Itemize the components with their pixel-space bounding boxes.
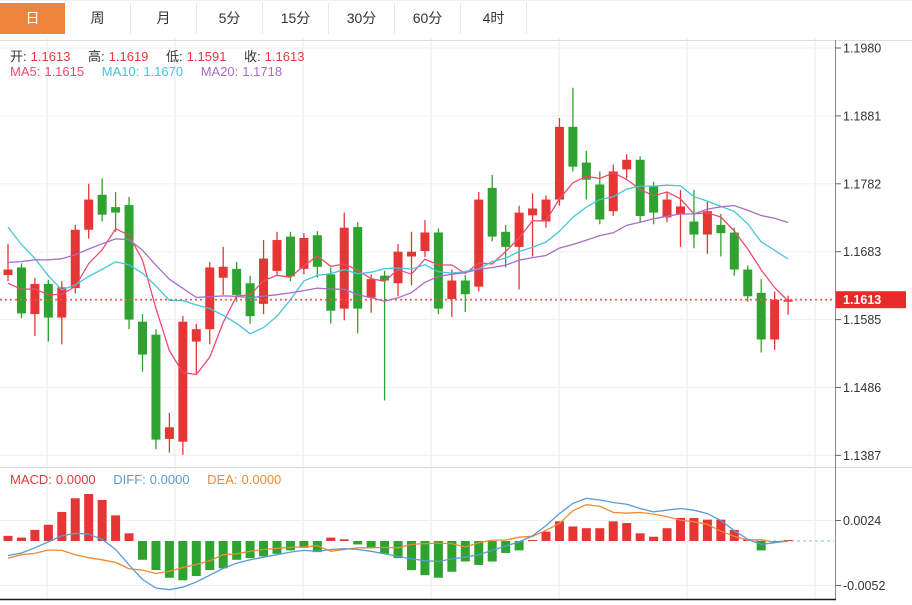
tab-day[interactable]: 日 bbox=[0, 3, 65, 34]
tab-15min[interactable]: 15分 bbox=[263, 3, 329, 34]
svg-text:1.1613: 1.1613 bbox=[843, 293, 881, 307]
macd-axis-labels: 0.0024 -0.0052 bbox=[835, 514, 885, 593]
macd-label: MACD: bbox=[10, 472, 52, 487]
close-value: 1.1613 bbox=[265, 49, 305, 64]
tab-month[interactable]: 月 bbox=[131, 3, 197, 34]
macd-value: 0.0000 bbox=[56, 472, 96, 487]
ma20-value: 1.1718 bbox=[242, 64, 282, 79]
tab-week[interactable]: 周 bbox=[65, 3, 131, 34]
trading-chart-app: 日 周 月 5分 15分 30分 60分 4时 开: 1.1613 高: 1.161… bbox=[0, 0, 912, 605]
open-label: 开: bbox=[10, 49, 27, 64]
macd-histogram bbox=[4, 494, 793, 580]
svg-text:1.1387: 1.1387 bbox=[843, 449, 881, 463]
price-axis-labels: 1.1980 1.1881 1.1782 1.1683 1.1585 1.1486 1.13… bbox=[835, 42, 881, 463]
svg-text:1.1881: 1.1881 bbox=[843, 109, 881, 123]
low-value: 1.1591 bbox=[187, 49, 227, 64]
dea-label: DEA: bbox=[207, 472, 237, 487]
low-label: 低: bbox=[166, 49, 183, 64]
ohlc-legend: 开: 1.1613 高: 1.1619 低: 1.1591 收: 1.1613 bbox=[10, 46, 308, 65]
high-value: 1.1619 bbox=[109, 49, 149, 64]
current-price-badge: 1.1613 bbox=[836, 291, 906, 308]
ma5-label: MA5: bbox=[10, 64, 40, 79]
diff-value: 0.0000 bbox=[150, 472, 190, 487]
macd-panel[interactable]: 0.0024 -0.0052 bbox=[0, 467, 912, 605]
ma-legend: MA5: 1.1615 MA10:1.1670 MA20:1.1718 bbox=[10, 64, 286, 79]
diff-label: DIFF: bbox=[113, 472, 146, 487]
svg-text:1.1782: 1.1782 bbox=[843, 177, 881, 191]
ma10-value: 1.1670 bbox=[143, 64, 183, 79]
svg-text:1.1486: 1.1486 bbox=[843, 381, 881, 395]
ma20-label: MA20: bbox=[201, 64, 239, 79]
svg-text:-0.0052: -0.0052 bbox=[843, 579, 885, 593]
timeframe-tabbar: 日 周 月 5分 15分 30分 60分 4时 bbox=[0, 0, 912, 38]
svg-text:1.1980: 1.1980 bbox=[843, 42, 881, 56]
svg-text:1.1585: 1.1585 bbox=[843, 313, 881, 327]
ma10-label: MA10: bbox=[102, 64, 140, 79]
main-grid bbox=[0, 38, 912, 467]
dea-value: 0.0000 bbox=[242, 472, 282, 487]
svg-text:1.1683: 1.1683 bbox=[843, 245, 881, 259]
candlesticks bbox=[4, 88, 793, 455]
tab-4hour[interactable]: 4时 bbox=[461, 3, 527, 34]
tab-5min[interactable]: 5分 bbox=[197, 3, 263, 34]
open-value: 1.1613 bbox=[31, 49, 71, 64]
macd-legend: MACD: 0.0000 DIFF: 0.0000 DEA: 0.0000 bbox=[10, 472, 285, 487]
ma5-value: 1.1615 bbox=[44, 64, 84, 79]
candlestick-chart[interactable]: 1.1980 1.1881 1.1782 1.1683 1.1585 1.1486 1.13… bbox=[0, 38, 912, 467]
tab-30min[interactable]: 30分 bbox=[329, 3, 395, 34]
tab-60min[interactable]: 60分 bbox=[395, 3, 461, 34]
close-label: 收: bbox=[244, 49, 261, 64]
high-label: 高: bbox=[88, 49, 105, 64]
svg-text:0.0024: 0.0024 bbox=[843, 514, 881, 528]
